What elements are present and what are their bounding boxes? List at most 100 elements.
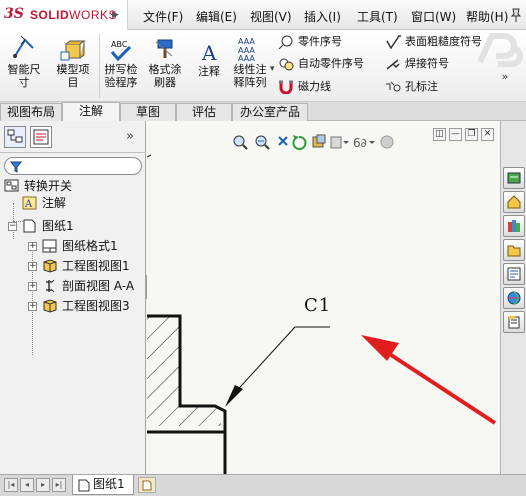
solidworks-logo[interactable]: 3S SOLIDWORKS ▶ <box>0 0 128 30</box>
spell-check-button[interactable]: ABC 拼写检 验程序 <box>101 38 141 89</box>
restore-window-button[interactable]: ❐ <box>465 128 478 141</box>
sheet-tab-label: 图纸1 <box>93 477 125 491</box>
pin-icon[interactable] <box>510 8 522 22</box>
tree-item-drawing-root[interactable]: 转换开关 <box>4 177 144 195</box>
custom-properties-icon <box>508 316 520 329</box>
menu-tools[interactable]: 工具(T) <box>357 8 398 25</box>
tab-annotation[interactable]: 注解 <box>62 102 120 122</box>
feature-manager-tab[interactable] <box>4 126 26 148</box>
linear-note-pattern-dropdown-icon[interactable]: ▾ <box>270 64 275 74</box>
chamfer-note-label[interactable]: C1 <box>304 295 331 316</box>
design-library-button[interactable] <box>503 191 525 213</box>
magnet-icon <box>279 80 293 94</box>
svg-text:AAA: AAA <box>238 54 255 62</box>
model-items-label-1: 模型项 <box>56 63 90 76</box>
tab-evaluate[interactable]: 评估 <box>176 103 232 121</box>
logo-menu-arrow-icon: ▶ <box>112 10 119 20</box>
balloon-label: 零件序号 <box>298 35 342 48</box>
zoom-to-fit-icon[interactable] <box>233 135 248 150</box>
display-style-icon[interactable] <box>312 134 326 148</box>
next-sheet-button[interactable]: ▸ <box>36 478 50 492</box>
add-sheet-button[interactable] <box>138 477 156 493</box>
hole-callout-button[interactable]: 孔标注 <box>385 79 455 95</box>
expand-toggle[interactable]: + <box>28 242 37 251</box>
tree-item-drawing-view1[interactable]: 工程图视图1 <box>42 257 146 275</box>
solidworks-resources-button[interactable] <box>503 167 525 189</box>
appearance-icon[interactable] <box>380 135 394 149</box>
expand-toggle[interactable]: + <box>28 302 37 311</box>
tree-item-label: 图纸格式1 <box>62 239 118 253</box>
expand-toggle[interactable]: + <box>28 262 37 271</box>
zoom-to-area-icon[interactable] <box>255 135 270 150</box>
smart-dimension-button[interactable]: 智能尺 寸 <box>4 34 44 89</box>
home-icon <box>507 195 521 209</box>
hide-show-icon[interactable] <box>330 136 349 149</box>
note-button[interactable]: A 注释 <box>192 40 226 78</box>
tree-item-drawing-view3[interactable]: 工程图视图3 <box>42 297 146 315</box>
folder-button[interactable] <box>503 239 525 261</box>
drawing-view-icon <box>43 299 57 313</box>
smart-dimension-label-2: 寸 <box>18 76 30 89</box>
task-pane <box>500 121 526 474</box>
surface-finish-label: 表面粗糙度符号 <box>405 35 482 48</box>
rebuild-icon[interactable] <box>292 135 307 150</box>
tab-sketch[interactable]: 草图 <box>120 103 176 121</box>
panel-tabs: » <box>0 121 146 153</box>
view-palette-button[interactable] <box>503 263 525 285</box>
magnetic-line-label: 磁力线 <box>298 80 331 93</box>
ribbon-more-button[interactable]: » <box>494 70 516 94</box>
expand-toggle[interactable]: + <box>28 282 37 291</box>
add-sheet-icon <box>142 480 152 491</box>
linear-note-pattern-button[interactable]: AAA AAA AAA 线性注 释阵列 <box>229 34 271 89</box>
section-view-icon <box>46 279 55 293</box>
property-manager-tab[interactable] <box>30 126 52 148</box>
panel-more-icon[interactable]: » <box>126 129 134 144</box>
menu-edit[interactable]: 编辑(E) <box>196 8 237 25</box>
format-painter-button[interactable]: 格式涂 刷器 <box>145 38 185 89</box>
file-explorer-button[interactable] <box>503 215 525 237</box>
last-sheet-button[interactable]: ▸| <box>52 478 66 492</box>
tree-item-label: 图纸1 <box>42 219 74 233</box>
first-sheet-button[interactable]: |◂ <box>4 478 18 492</box>
sheet1-tab[interactable]: 图纸1 <box>72 475 134 495</box>
menu-view[interactable]: 视图(V) <box>250 8 292 25</box>
minimize-window-button[interactable]: — <box>449 128 462 141</box>
surface-finish-icon <box>386 35 401 49</box>
previous-sheet-button[interactable]: ◂ <box>20 478 34 492</box>
collapse-toggle[interactable]: − <box>8 222 17 231</box>
previous-view-icon[interactable] <box>278 136 288 146</box>
resources-icon <box>507 172 521 184</box>
folder-icon <box>507 245 521 257</box>
magnetic-line-button[interactable]: 磁力线 <box>278 79 358 95</box>
tab-office-products[interactable]: 办公室产品 <box>232 103 308 121</box>
model-items-button[interactable]: 模型项 目 <box>50 40 96 89</box>
weld-symbol-button[interactable]: 焊接符号 <box>385 56 465 72</box>
balloon-button[interactable]: 零件序号 <box>278 34 373 50</box>
view-orientation-icon[interactable]: 6∂ <box>353 136 375 150</box>
tree-item-annotations[interactable]: A 注解 <box>22 194 142 212</box>
note-label: 注释 <box>198 65 220 78</box>
tile-window-button[interactable]: ◫ <box>433 128 446 141</box>
auto-balloon-button[interactable]: 自动零件序号 <box>278 56 378 72</box>
tree-item-label: 工程图视图3 <box>62 299 130 313</box>
drawing-view-icon <box>43 259 57 273</box>
tree-filter-input[interactable] <box>4 157 142 175</box>
spell-check-icon: ABC <box>110 40 132 62</box>
drawing-canvas[interactable]: C1 6∂ ◫ — ❐ ✕ <box>147 121 500 474</box>
tree-item-section-view-aa[interactable]: 剖面视图 A-A <box>42 277 146 295</box>
tree-item-sheet1[interactable]: 图纸1 <box>22 217 142 235</box>
tree-item-sheet-format1[interactable]: 图纸格式1 <box>42 237 142 255</box>
menu-help[interactable]: 帮助(H) <box>466 8 508 25</box>
menu-insert[interactable]: 插入(I) <box>304 8 341 25</box>
svg-text:A: A <box>24 199 33 210</box>
spell-check-label-1: 拼写检 <box>104 63 138 76</box>
svg-text:ABC: ABC <box>111 40 128 49</box>
menu-window[interactable]: 窗口(W) <box>411 8 456 25</box>
sheet-icon <box>78 479 90 492</box>
tab-view-layout[interactable]: 视图布局 <box>0 103 62 121</box>
menu-file[interactable]: 文件(F) <box>143 8 183 25</box>
command-manager-tabs: 视图布局 注解 草图 评估 办公室产品 <box>0 102 526 122</box>
appearances-button[interactable] <box>503 287 525 309</box>
close-window-button[interactable]: ✕ <box>481 128 494 141</box>
custom-properties-button[interactable] <box>503 311 525 333</box>
